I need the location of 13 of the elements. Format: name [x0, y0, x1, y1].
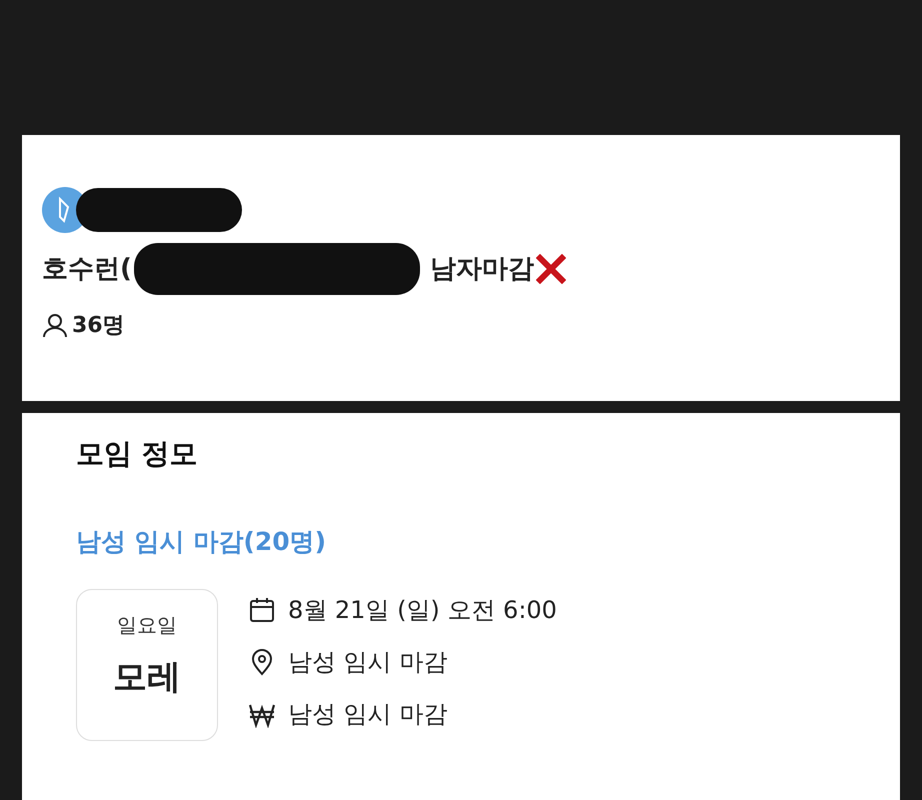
meetup-title[interactable]: 남성 임시 마감(20명)	[76, 523, 900, 560]
person-icon	[42, 312, 68, 338]
member-count: 36명	[72, 312, 125, 340]
weekday-label: 일요일	[117, 612, 177, 638]
section-title: 모임 정모	[76, 436, 199, 472]
detail-text: 남성 임시 마감	[288, 646, 448, 678]
day-label: 모레	[113, 656, 181, 698]
detail-text: 남성 임시 마감	[288, 698, 448, 730]
group-title-suffix: 남자마감	[430, 252, 534, 286]
calendar-icon	[248, 596, 276, 624]
close-icon	[536, 254, 566, 284]
detail-text: 8월 21일 (일) 오전 6:00	[288, 594, 557, 626]
group-title: 호수런(	[42, 252, 132, 286]
